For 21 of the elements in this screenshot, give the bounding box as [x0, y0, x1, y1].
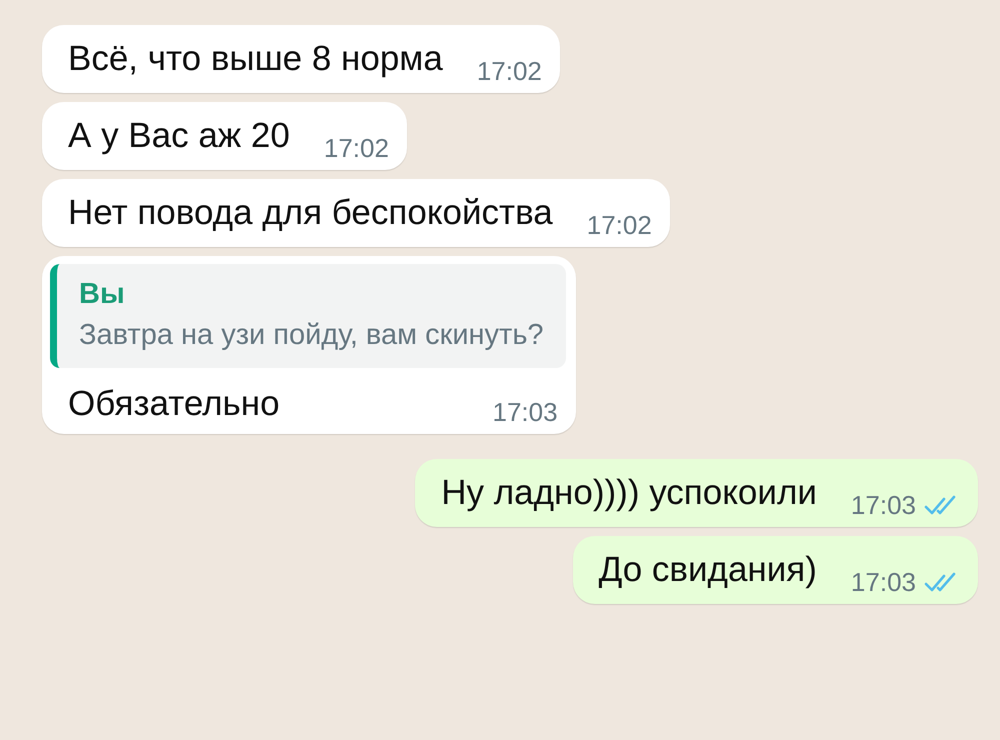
outgoing-message-bubble[interactable]: Ну ладно)))) успокоили 17:03: [415, 459, 978, 527]
outgoing-message-bubble[interactable]: До свидания) 17:03: [572, 536, 978, 604]
incoming-message-bubble[interactable]: А у Вас аж 20 17:02: [42, 102, 407, 170]
message-text: Всё, что выше 8 норма: [68, 38, 443, 80]
message-text: Ну ладно)))) успокоили: [441, 472, 817, 514]
quoted-message[interactable]: Вы Завтра на узи пойду, вам скинуть?: [50, 264, 566, 368]
message-time: 17:03: [492, 397, 558, 428]
quote-author: Вы: [79, 278, 126, 311]
message-time: 17:02: [324, 133, 389, 164]
incoming-message-bubble[interactable]: Нет повода для беспокойства 17:02: [42, 179, 670, 247]
message-time: 17:02: [586, 210, 652, 241]
quote-text: Завтра на узи пойду, вам скинуть?: [79, 319, 544, 352]
message-text: А у Вас аж 20: [68, 115, 290, 157]
message-time: 17:03: [850, 490, 916, 521]
message-time: 17:02: [476, 56, 542, 87]
message-text: Нет повода для беспокойства: [68, 192, 553, 234]
message-text: Обязательно: [68, 383, 280, 425]
incoming-message-bubble[interactable]: Вы Завтра на узи пойду, вам скинуть? Обязательно 17:03: [42, 256, 576, 434]
message-text: До свидания): [598, 549, 817, 591]
message-time: 17:03: [850, 567, 916, 598]
incoming-message-bubble[interactable]: Всё, что выше 8 норма 17:02: [42, 25, 560, 93]
